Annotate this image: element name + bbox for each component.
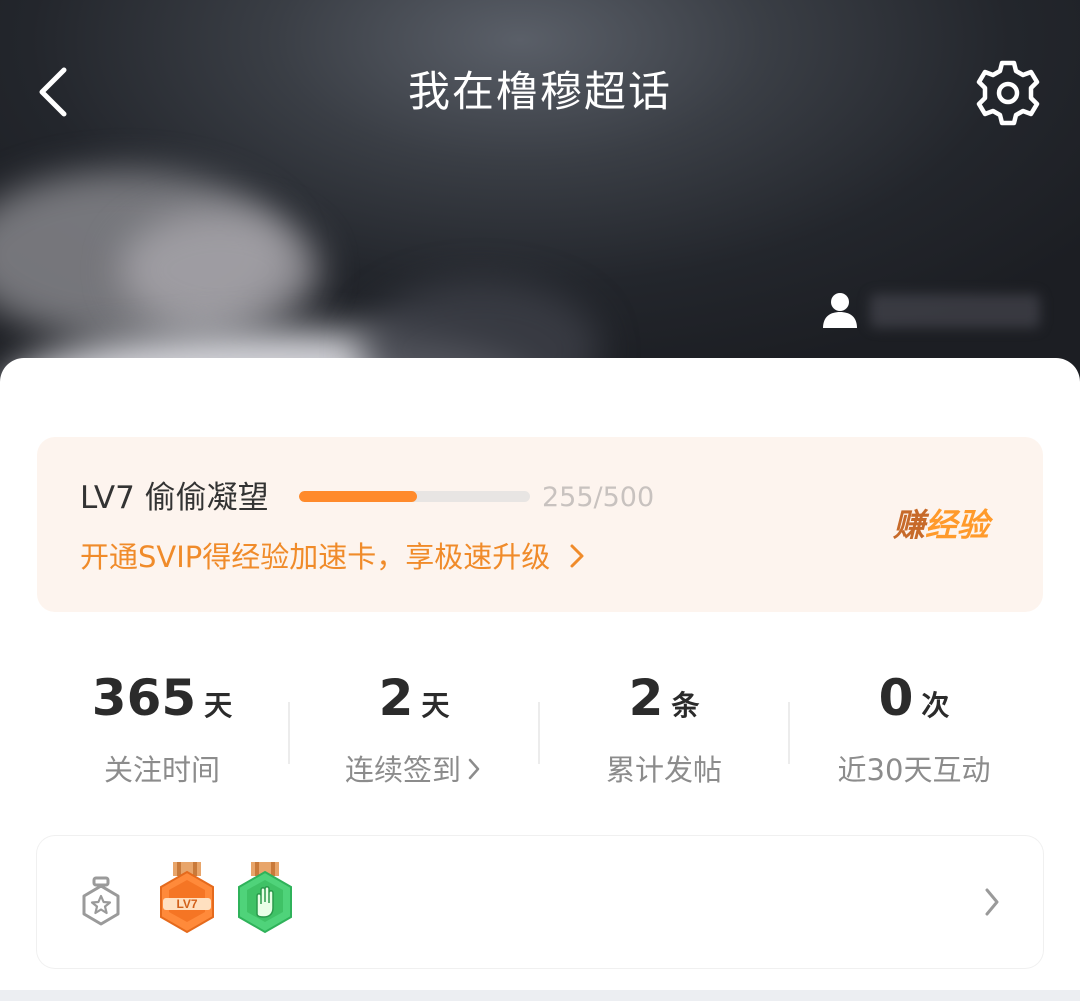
stat-total-posts: 2条 累计发帖 [539,638,789,818]
stat-label: 连续签到 [344,753,461,787]
page-title: 我在橹穆超话 [407,67,672,116]
stat-checkin-streak[interactable]: 2天 连续签到 [289,638,539,818]
top-nav-bar: 我在橹穆超话 [0,40,1080,144]
earn-exp-label-part1: 赚 [893,506,926,544]
stat-interactions: 0次 近30天互动 [789,638,1039,818]
chevron-right-icon [570,544,584,568]
level-progress-bar [299,491,530,502]
level-badge-text: LV7 [176,897,197,911]
level-badge-icon: LV7 [160,862,214,934]
settings-button[interactable] [970,58,1046,128]
gear-icon [976,60,1040,126]
earn-exp-label-part2: 经验 [925,506,990,544]
badge-wall-icon [82,876,120,926]
stat-unit: 天 [204,689,233,722]
stat-unit: 条 [671,689,700,722]
svip-promo-text: 开通SVIP得经验加速卡，享极速升级 [80,540,551,574]
stat-label: 近30天互动 [837,753,991,787]
badge-wall-row[interactable]: LV7 [37,836,1043,968]
user-profile-button[interactable] [818,288,862,332]
level-name: LV7 偷偷凝望 [80,480,269,516]
stat-unit: 天 [421,689,450,722]
chevron-right-icon [985,888,999,916]
user-name-censored [870,294,1040,328]
censor-blur [120,210,320,330]
stat-value: 2 [378,669,414,727]
stat-label: 累计发帖 [605,753,722,787]
greeting-hand-badge-icon [238,862,292,934]
earn-exp-button[interactable]: 赚经验 [893,505,989,545]
bottom-divider [0,990,1080,1001]
stats-panel: 365 天 关注时间 2天 连续签到 2条 累计发帖 0次 近30天互动 [37,638,1043,818]
chevron-right-icon [468,758,480,780]
user-icon [823,293,857,328]
stat-label: 关注时间 [103,753,220,787]
stat-value: 2 [628,669,664,727]
level-progress-fill [299,491,417,502]
level-progress-text: 255/500 [542,482,655,513]
stat-value: 0 [878,669,914,727]
stat-value: 365 [91,669,197,727]
svip-promo-link[interactable]: 开通SVIP得经验加速卡，享极速升级 [80,537,588,577]
stat-unit: 次 [921,689,950,722]
stat-follow-time: 365 天 关注时间 [37,638,287,818]
